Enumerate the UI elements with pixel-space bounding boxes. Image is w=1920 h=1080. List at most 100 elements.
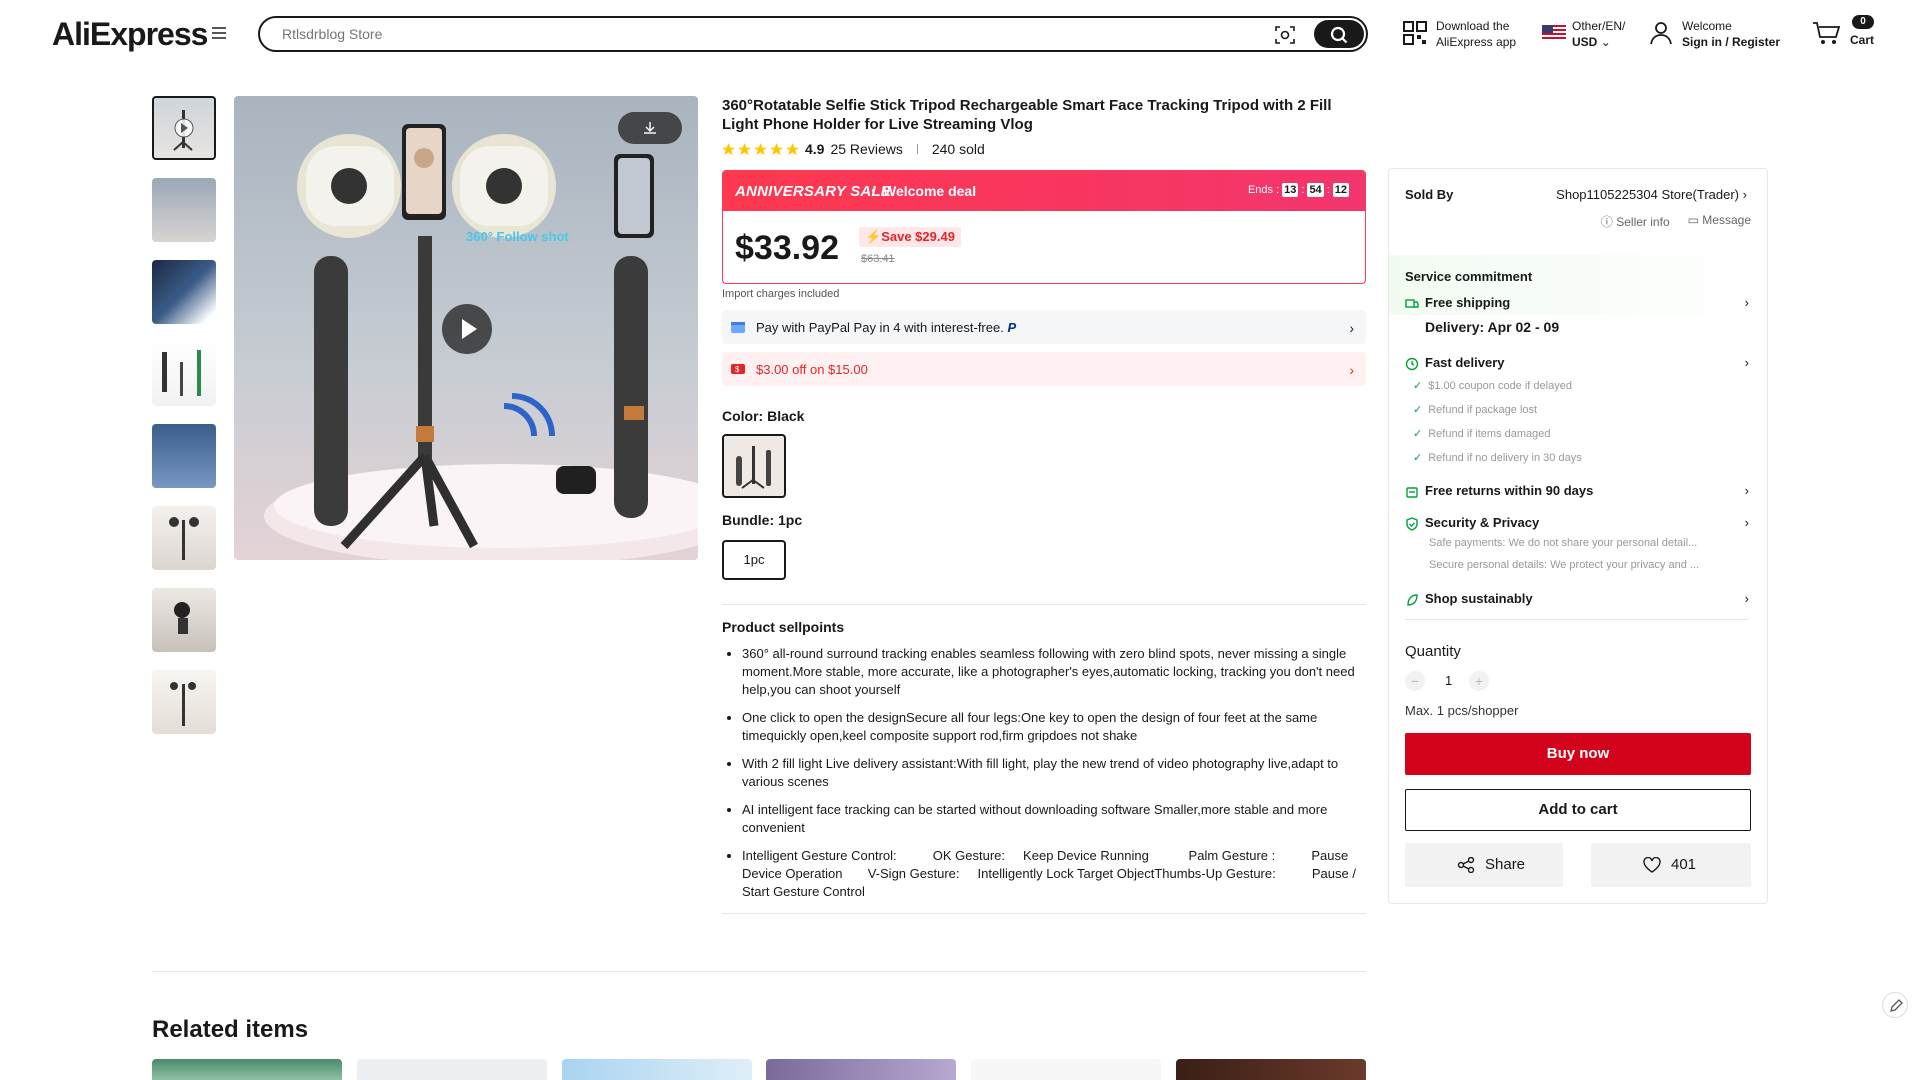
- aliexpress-logo[interactable]: AliExpress: [52, 16, 208, 53]
- message-icon: ▭: [1687, 213, 1703, 227]
- check-icon: ✓: [1413, 404, 1423, 416]
- price-box: ANNIVERSARY SALE Welcome deal Ends : 13:…: [722, 170, 1366, 284]
- thumbnail-7[interactable]: [152, 588, 216, 652]
- security-item: Safe payments: We do not share your pers…: [1429, 537, 1698, 549]
- image-search-icon[interactable]: [1274, 24, 1296, 46]
- quantity-label: Quantity: [1405, 643, 1461, 660]
- sellpoints-list: 360° all-round surround tracking enables…: [722, 645, 1366, 901]
- quantity-value[interactable]: 1: [1445, 673, 1452, 688]
- price-area: $33.92 ⚡Save $29.49 $63.41: [723, 211, 1365, 283]
- add-to-cart-button[interactable]: Add to cart: [1405, 789, 1751, 831]
- check-icon: ✓: [1413, 428, 1423, 440]
- related-item-card[interactable]: [152, 1059, 342, 1080]
- coupon-promo[interactable]: $ $3.00 off on $15.00 ›: [722, 352, 1366, 386]
- thumbnail-6[interactable]: [152, 506, 216, 570]
- countdown-seconds: 12: [1332, 183, 1349, 197]
- fast-delivery-item: ✓ Refund if no delivery in 30 days: [1413, 452, 1582, 464]
- thumbnail-8[interactable]: [152, 670, 216, 734]
- quantity-stepper: − 1 +: [1405, 671, 1505, 693]
- bundle-option-1pc[interactable]: 1pc: [722, 540, 786, 580]
- related-item-card[interactable]: [1176, 1059, 1366, 1080]
- thumbnail-2[interactable]: [152, 178, 216, 242]
- countdown-timer: Ends : 13: 54: 12: [1247, 183, 1349, 197]
- edit-icon[interactable]: [1882, 992, 1908, 1018]
- check-icon: ✓: [1413, 380, 1423, 392]
- related-item-card[interactable]: [766, 1059, 956, 1080]
- wishlist-button[interactable]: 401: [1591, 843, 1751, 887]
- free-shipping-label: Free shipping: [1425, 295, 1511, 310]
- paypal-promo[interactable]: Pay with PayPal Pay in 4 with interest-f…: [722, 310, 1366, 344]
- chevron-right-icon: ›: [1744, 355, 1749, 370]
- main-product-image[interactable]: 360° Follow shot: [234, 96, 698, 560]
- truck-icon: [1405, 299, 1419, 308]
- calendar-icon: [731, 322, 745, 333]
- sale-deal-label: Welcome deal: [871, 182, 976, 199]
- menu-icon[interactable]: [212, 27, 226, 39]
- sustain-label: Shop sustainably: [1425, 591, 1533, 606]
- seller-links: ⓘ Seller info ▭ Message: [1601, 213, 1751, 230]
- countdown-hours: 13: [1282, 183, 1299, 197]
- divider: [722, 913, 1366, 914]
- original-price: $63.41: [861, 253, 895, 265]
- save-amount: Save $29.49: [881, 229, 955, 244]
- color-option-image: [736, 446, 771, 489]
- heart-icon: [1643, 857, 1661, 873]
- cart-label: Cart: [1850, 33, 1875, 47]
- sign-in-link[interactable]: Sign in / Register: [1682, 35, 1780, 49]
- share-button[interactable]: Share: [1405, 843, 1563, 887]
- play-icon: [462, 319, 477, 339]
- search-bar: [258, 16, 1368, 52]
- thumbnail-5[interactable]: [152, 424, 216, 488]
- thumbnail-video[interactable]: [152, 96, 216, 160]
- purchase-sidebar: Sold By Shop1105225304 Store(Trader) › ⓘ…: [1388, 168, 1768, 904]
- cart-count-badge: 0: [1852, 15, 1874, 29]
- app-download-line2: AliExpress app: [1436, 35, 1517, 49]
- check-icon: ✓: [1413, 452, 1423, 464]
- coupon-icon: $: [731, 364, 745, 374]
- seller-info-link[interactable]: ⓘ Seller info: [1601, 213, 1670, 230]
- related-item-card[interactable]: [357, 1059, 547, 1080]
- download-icon: [644, 122, 656, 134]
- info-icon: ⓘ: [1600, 215, 1617, 229]
- chevron-right-icon: ›: [1744, 515, 1749, 530]
- ends-label: Ends :: [1247, 184, 1280, 196]
- thumbnail-3[interactable]: [152, 260, 216, 324]
- svg-text:360° Follow shot: 360° Follow shot: [466, 229, 569, 244]
- quantity-increase-button[interactable]: +: [1469, 671, 1489, 691]
- star-icon: [770, 142, 783, 155]
- clock-icon: [1405, 357, 1419, 371]
- color-option-black[interactable]: [722, 434, 786, 498]
- paypal-text: Pay with PayPal Pay in 4 with interest-f…: [756, 320, 1017, 335]
- thumbnail-list: [152, 96, 218, 752]
- wishlist-count: 401: [1671, 856, 1697, 873]
- sale-banner: ANNIVERSARY SALE Welcome deal Ends : 13:…: [723, 171, 1365, 211]
- store-name-link[interactable]: Shop1105225304 Store(Trader) ›: [1556, 187, 1747, 202]
- list-item: AI intelligent face tracking can be star…: [742, 801, 1366, 837]
- star-icon: [786, 142, 799, 155]
- share-label: Share: [1485, 856, 1526, 873]
- sellpoints-title: Product sellpoints: [722, 619, 845, 635]
- chevron-right-icon: ›: [1742, 187, 1747, 202]
- list-item: 360° all-round surround tracking enables…: [742, 645, 1366, 699]
- related-item-card[interactable]: [971, 1059, 1161, 1080]
- service-heading: Service commitment: [1405, 269, 1533, 284]
- search-button[interactable]: [1314, 20, 1364, 48]
- delivery-dates: Delivery: Apr 02 - 09: [1425, 319, 1560, 335]
- share-icon: [1457, 857, 1475, 873]
- quantity-decrease-button[interactable]: −: [1405, 671, 1425, 691]
- divider: [916, 144, 918, 154]
- thumbnail-4[interactable]: [152, 342, 216, 406]
- rating-value: 4.9: [805, 141, 825, 157]
- sale-title: ANNIVERSARY SALE: [735, 183, 892, 200]
- svg-text:$: $: [735, 365, 740, 374]
- paypal-logo-icon: P: [1007, 320, 1017, 335]
- chevron-down-icon: ⌄: [1600, 35, 1611, 49]
- reviews-link[interactable]: 25 Reviews: [830, 141, 902, 157]
- flash-icon: ⚡: [865, 229, 882, 244]
- search-input[interactable]: [282, 26, 1232, 42]
- buy-now-button[interactable]: Buy now: [1405, 733, 1751, 775]
- related-item-card[interactable]: [562, 1059, 752, 1080]
- play-video-button[interactable]: [442, 304, 492, 354]
- message-link[interactable]: ▭ Message: [1688, 213, 1751, 230]
- download-image-button[interactable]: [618, 112, 682, 144]
